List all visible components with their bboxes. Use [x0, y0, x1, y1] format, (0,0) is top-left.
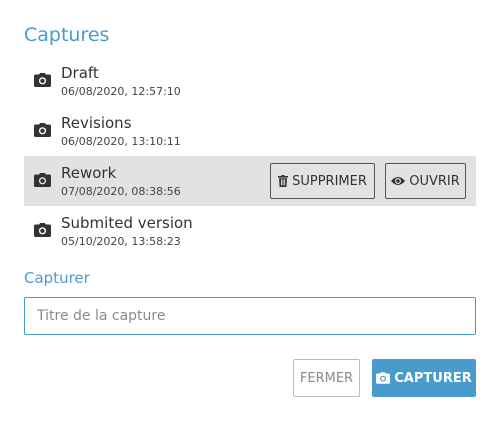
capture-date: 06/08/2020, 12:57:10 [61, 85, 181, 98]
camera-icon [34, 73, 51, 87]
capture-date: 07/08/2020, 08:38:56 [61, 185, 181, 198]
capture-name: Rework [61, 164, 117, 182]
eye-icon [391, 177, 406, 185]
delete-capture-button[interactable]: SUPPRIMER [270, 163, 375, 199]
camera-icon [34, 123, 51, 137]
capture-name: Draft [61, 64, 99, 82]
capture-label: CAPTURER [394, 370, 472, 386]
delete-label: SUPPRIMER [292, 173, 367, 189]
capture-field-label: Capturer [24, 269, 90, 287]
capture-button[interactable]: CAPTURER [372, 359, 476, 397]
trash-icon [278, 175, 289, 187]
open-capture-button[interactable]: OUVRIR [385, 163, 466, 199]
panel-title: Captures [24, 24, 110, 46]
camera-icon [34, 223, 51, 237]
capture-name: Revisions [61, 114, 132, 132]
camera-icon [34, 173, 51, 187]
capture-title-input[interactable] [24, 297, 476, 335]
capture-list-item[interactable]: Revisions 06/08/2020, 13:10:11 [24, 106, 476, 156]
capture-name: Submited version [61, 214, 193, 232]
captures-panel: Captures Draft 06/08/2020, 12:57:10 Revi… [0, 0, 500, 421]
capture-list: Draft 06/08/2020, 12:57:10 Revisions 06/… [24, 56, 476, 256]
capture-list-item-active[interactable]: Rework 07/08/2020, 08:38:56 SUPPRIMER OU… [24, 156, 476, 206]
camera-icon [376, 372, 391, 384]
open-label: OUVRIR [409, 173, 460, 189]
capture-date: 06/08/2020, 13:10:11 [61, 135, 181, 148]
capture-date: 05/10/2020, 13:58:23 [61, 235, 181, 248]
close-button[interactable]: FERMER [293, 359, 360, 397]
close-label: FERMER [299, 370, 354, 386]
capture-list-item[interactable]: Submited version 05/10/2020, 13:58:23 [24, 206, 476, 256]
capture-list-item[interactable]: Draft 06/08/2020, 12:57:10 [24, 56, 476, 106]
